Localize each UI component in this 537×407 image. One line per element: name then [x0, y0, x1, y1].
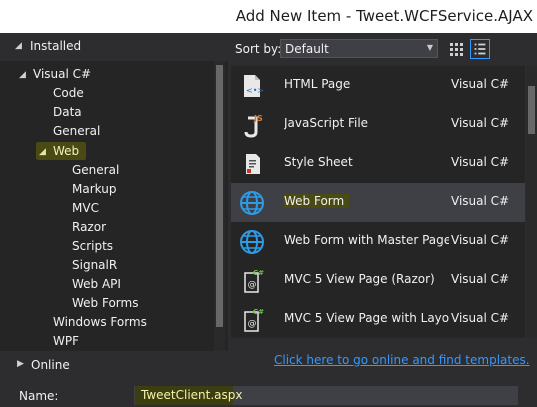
tree-item-web-api[interactable]: Web API: [72, 275, 121, 294]
tree-item-mvc[interactable]: MVC: [72, 199, 99, 218]
template-item[interactable]: Style Sheet Visual C#: [231, 144, 525, 183]
tree-item-general[interactable]: General: [53, 122, 100, 141]
template-item[interactable]: JS JavaScript File Visual C#: [231, 105, 525, 144]
chevron-down-icon: ▼: [426, 43, 433, 52]
svg-text:@: @: [248, 319, 257, 329]
template-name: HTML Page: [284, 77, 351, 91]
grid-view-icon[interactable]: [448, 40, 466, 58]
template-name: MVC 5 View Page (Razor): [284, 272, 435, 286]
tree-item-web[interactable]: Web: [53, 142, 79, 161]
tree-item-code[interactable]: Code: [53, 84, 84, 103]
template-language: Visual C#: [451, 233, 510, 247]
tree-item-wpf[interactable]: WPF: [53, 332, 79, 351]
expand-triangle-icon[interactable]: ▶: [17, 359, 24, 369]
template-list: <•> HTML Page Visual C# JS JavaScript Fi…: [231, 66, 525, 338]
style-sheet-icon: [246, 154, 260, 174]
tree-item-web-forms[interactable]: Web Forms: [72, 294, 138, 313]
globe-icon: [240, 191, 264, 215]
online-label: Online: [31, 358, 70, 372]
svg-text:<•>: <•>: [246, 86, 264, 95]
template-language: Visual C#: [451, 155, 510, 169]
tree-item-markup[interactable]: Markup: [72, 180, 116, 199]
template-name: JavaScript File: [284, 116, 369, 130]
installed-label: Installed: [30, 39, 82, 53]
tree-item-visual-csharp[interactable]: Visual C#: [33, 65, 91, 84]
expand-triangle-icon[interactable]: ◢: [19, 70, 26, 80]
template-name: Web Form with Master Page: [284, 233, 449, 247]
template-scrollbar[interactable]: [526, 66, 537, 338]
tree-item-razor[interactable]: Razor: [72, 218, 106, 237]
name-row: Name: TweetClient.aspx: [0, 382, 537, 407]
tree-item-web-general[interactable]: General: [72, 161, 119, 180]
tree-item-signalr[interactable]: SignalR: [72, 256, 117, 275]
mvc-view-icon: @ C#: [244, 269, 264, 293]
sort-by-value: Default: [285, 42, 329, 56]
template-language: Visual C#: [451, 194, 510, 208]
title-bar: Add New Item - Tweet.WCFService.AJAX: [0, 0, 537, 33]
template-item-selected[interactable]: Web Form Visual C#: [231, 183, 525, 222]
find-templates-online-link[interactable]: Click here to go online and find templat…: [274, 353, 530, 367]
name-input[interactable]: TweetClient.aspx: [134, 386, 518, 405]
template-language: Visual C#: [451, 77, 510, 91]
web-form-highlight: Web Form: [284, 194, 350, 208]
template-name: Style Sheet: [284, 155, 353, 169]
svg-text:JS: JS: [253, 114, 263, 123]
template-name: MVC 5 View Page with Layout...: [284, 311, 449, 325]
sort-by-dropdown[interactable]: Default ▼: [280, 39, 438, 58]
tree-scrollbar[interactable]: [214, 61, 225, 351]
svg-text:C#: C#: [253, 269, 264, 277]
template-item[interactable]: Web Form with Master Page Visual C#: [231, 222, 525, 261]
expand-triangle-icon[interactable]: ◢: [39, 147, 46, 157]
template-language: Visual C#: [451, 272, 510, 286]
sort-by-label: Sort by:: [235, 42, 282, 56]
scrollbar-thumb[interactable]: [216, 65, 223, 327]
svg-text:@: @: [248, 280, 257, 290]
tree-item-windows-forms[interactable]: Windows Forms: [53, 313, 147, 332]
mvc-view-icon: @ C#: [244, 308, 264, 332]
template-item[interactable]: <•> HTML Page Visual C#: [231, 66, 525, 105]
template-item[interactable]: @ C# MVC 5 View Page with Layout... Visu…: [231, 300, 525, 338]
html-page-icon: <•>: [244, 75, 264, 97]
javascript-file-icon: JS: [244, 114, 263, 138]
tree-item-scripts[interactable]: Scripts: [72, 237, 113, 256]
svg-text:C#: C#: [253, 308, 264, 316]
list-view-icon[interactable]: [470, 39, 490, 59]
globe-icon: [240, 230, 264, 254]
template-language: Visual C#: [451, 116, 510, 130]
window-title: Add New Item - Tweet.WCFService.AJAX: [235, 7, 533, 25]
name-label: Name:: [19, 389, 59, 403]
installed-header[interactable]: ◢ Installed: [0, 36, 228, 58]
scrollbar-thumb[interactable]: [528, 86, 535, 134]
template-item[interactable]: @ C# MVC 5 View Page (Razor) Visual C#: [231, 261, 525, 300]
category-tree: ◢ Visual C# Code Data General ◢ Web Gene…: [0, 61, 228, 351]
sort-toolbar: Sort by: Default ▼: [228, 36, 537, 62]
collapse-triangle-icon[interactable]: ◢: [15, 41, 22, 51]
template-language: Visual C#: [451, 311, 510, 325]
online-header[interactable]: ▶ Online: [0, 355, 228, 377]
tree-item-data[interactable]: Data: [53, 103, 82, 122]
name-value: TweetClient.aspx: [141, 388, 243, 402]
template-name: Web Form: [284, 194, 449, 208]
